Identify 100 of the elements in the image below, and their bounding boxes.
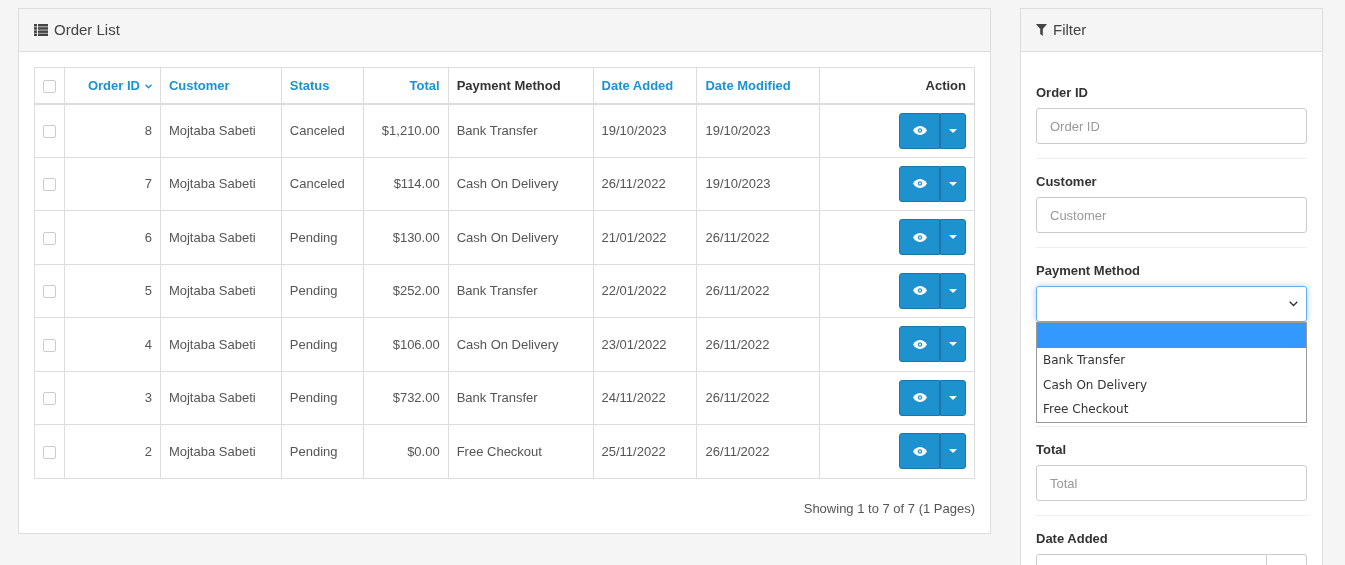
dropdown-toggle-button[interactable]: [940, 272, 966, 309]
row-checkbox[interactable]: [43, 178, 56, 192]
caret-icon: [949, 288, 957, 293]
table-cell: 26/11/2022: [696, 424, 820, 478]
table-cell: Mojtaba Sabeti: [160, 103, 282, 157]
dropdown-toggle-button[interactable]: [940, 379, 966, 416]
caret-icon: [949, 181, 957, 186]
caret-icon: [949, 395, 957, 400]
table-cell: 24/11/2022: [593, 371, 697, 425]
eye-icon: [912, 286, 927, 296]
table-cell: Mojtaba Sabeti: [160, 264, 282, 318]
table-cell: Mojtaba Sabeti: [160, 210, 282, 264]
column-header: Action: [925, 77, 966, 93]
panel-title: Order List: [54, 19, 120, 40]
table-cell: 26/11/2022: [696, 371, 820, 425]
dropdown-toggle-button[interactable]: [940, 433, 966, 470]
table-cell: Cash On Delivery: [448, 157, 594, 211]
table-cell: 19/10/2023: [696, 103, 820, 157]
table-cell: 4: [64, 317, 161, 371]
table-cell: $130.00: [363, 210, 449, 264]
eye-icon: [912, 232, 927, 242]
table-cell: Bank Transfer: [448, 371, 594, 425]
table-cell: 23/01/2022: [593, 317, 697, 371]
caret-icon: [144, 83, 152, 89]
table-cell: Cash On Delivery: [448, 317, 594, 371]
eye-icon: [912, 393, 927, 403]
table-cell: 26/11/2022: [696, 317, 820, 371]
table-cell: Canceled: [281, 157, 364, 211]
dropdown-toggle-button[interactable]: [940, 165, 966, 202]
input-field[interactable]: Customer: [1036, 197, 1307, 233]
table-cell: 26/11/2022: [696, 210, 820, 264]
dropdown-option[interactable]: Bank Transfer: [1037, 348, 1306, 373]
select-field[interactable]: [1036, 286, 1307, 322]
pagination-text: Showing 1 to 7 of 7 (1 Pages): [802, 499, 975, 518]
caret-icon: [949, 342, 957, 347]
table-cell: 3: [64, 371, 161, 425]
table-cell: $114.00: [363, 157, 449, 211]
dropdown-toggle-button[interactable]: [940, 326, 966, 363]
row-checkbox[interactable]: [43, 392, 56, 406]
table-cell: 19/10/2023: [696, 157, 820, 211]
chevron-icon: [1289, 301, 1298, 307]
table-cell: $732.00: [363, 371, 449, 425]
table-cell: Mojtaba Sabeti: [160, 317, 282, 371]
dropdown-toggle-button[interactable]: [940, 219, 966, 256]
dropdown-toggle-button[interactable]: [940, 112, 966, 149]
caret-icon: [949, 128, 957, 133]
table-cell: 22/01/2022: [593, 264, 697, 318]
column-sort-link[interactable]: Total: [409, 77, 440, 93]
table-cell: Bank Transfer: [448, 264, 594, 318]
field-label: Total: [1036, 442, 1068, 457]
view-button[interactable]: [899, 219, 940, 256]
table-cell: 8: [64, 103, 161, 157]
view-button[interactable]: [899, 326, 940, 363]
row-checkbox[interactable]: [43, 124, 56, 138]
view-button[interactable]: [899, 165, 940, 202]
field-label: Order ID: [1036, 85, 1089, 100]
table-cell: Mojtaba Sabeti: [160, 371, 282, 425]
table-cell: 25/11/2022: [593, 424, 697, 478]
view-button[interactable]: [899, 433, 940, 470]
select-all-checkbox[interactable]: [43, 79, 56, 93]
view-button[interactable]: [899, 272, 940, 309]
eye-icon: [912, 179, 927, 189]
input-field[interactable]: Total: [1036, 465, 1307, 501]
row-checkbox[interactable]: [43, 445, 56, 459]
dropdown-option[interactable]: Cash On Delivery: [1037, 372, 1306, 397]
eye-icon: [912, 446, 927, 456]
eye-icon: [912, 126, 927, 135]
table-cell: 6: [64, 210, 161, 264]
table-cell: Pending: [281, 371, 364, 425]
list-icon: [34, 24, 48, 36]
column-header: Payment Method: [456, 77, 561, 93]
table-cell: $252.00: [363, 264, 449, 318]
table-cell: 21/01/2022: [593, 210, 697, 264]
input-field[interactable]: Order ID: [1036, 108, 1307, 144]
table-cell: Pending: [281, 424, 364, 478]
table-cell: Bank Transfer: [448, 103, 594, 157]
field-label: Payment Method: [1036, 263, 1141, 278]
table-cell: Cash On Delivery: [448, 210, 594, 264]
view-button[interactable]: [899, 112, 940, 149]
table-cell: 7: [64, 157, 161, 211]
table-cell: Mojtaba Sabeti: [160, 424, 282, 478]
table-cell: 26/11/2022: [593, 157, 697, 211]
field-label: Customer: [1036, 174, 1098, 189]
table-cell: Pending: [281, 264, 364, 318]
row-checkbox[interactable]: [43, 285, 56, 299]
dropdown-option[interactable]: Free Checkout: [1037, 397, 1306, 422]
table-cell: $0.00: [363, 424, 449, 478]
caret-icon: [949, 235, 957, 240]
table-cell: Mojtaba Sabeti: [160, 157, 282, 211]
eye-icon: [912, 339, 927, 349]
caret-icon: [949, 449, 957, 454]
table-cell: $106.00: [363, 317, 449, 371]
field-label: Date Added: [1036, 531, 1109, 546]
table-cell: $1,210.00: [363, 103, 449, 157]
table-cell: Free Checkout: [448, 424, 594, 478]
view-button[interactable]: [899, 379, 940, 416]
row-checkbox[interactable]: [43, 231, 56, 245]
table-cell: 19/10/2023: [593, 103, 697, 157]
row-checkbox[interactable]: [43, 338, 56, 352]
table-cell: 2: [64, 424, 161, 478]
